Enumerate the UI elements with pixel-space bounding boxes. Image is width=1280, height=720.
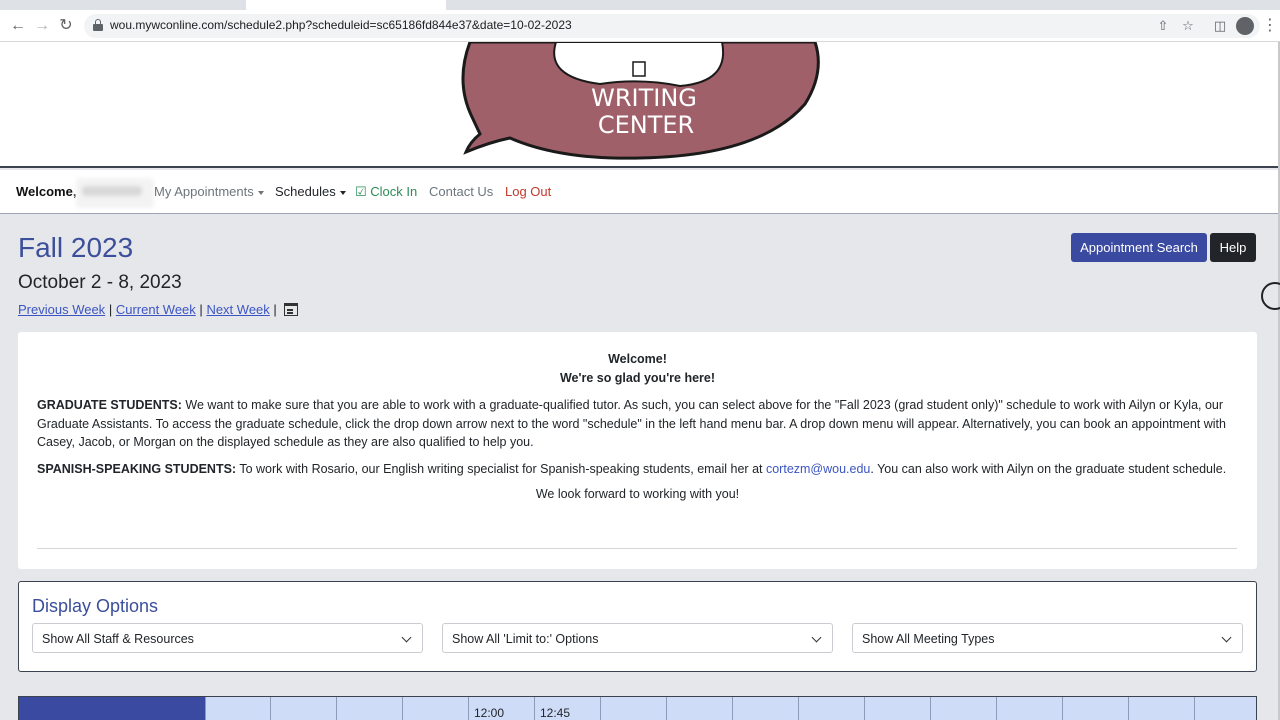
graduate-students-paragraph: GRADUATE STUDENTS: We want to make sure … <box>37 398 1226 449</box>
welcome-heading: Welcome! <box>608 352 667 366</box>
caret-down-icon <box>339 190 346 195</box>
nav-log-out[interactable]: Log Out <box>505 184 551 199</box>
menu-icon[interactable]: ⋮ <box>1262 16 1278 36</box>
week-range: October 2 - 8, 2023 <box>18 272 182 293</box>
display-options-title: Display Options <box>32 596 159 616</box>
spanish-students-paragraph: SPANISH-SPEAKING STUDENTS: To work with … <box>37 462 1227 476</box>
nav-contact-us[interactable]: Contact Us <box>429 184 493 199</box>
profile-icon[interactable] <box>1236 17 1254 35</box>
meeting-type-filter-select[interactable]: Show All Meeting Types <box>852 623 1243 653</box>
schedule-grid-header <box>19 697 205 720</box>
active-tab[interactable] <box>246 0 446 10</box>
back-arrow-icon[interactable]: ← <box>8 16 28 36</box>
url-text[interactable]: wou.mywconline.com/schedule2.php?schedul… <box>110 18 572 32</box>
logo-line1: WRITING <box>591 84 697 112</box>
calendar-icon[interactable] <box>284 303 299 316</box>
staff-filter-select[interactable]: Show All Staff & Resources <box>32 623 423 653</box>
logo-line2: CENTER <box>598 111 694 139</box>
display-options-card: Display Options Show All Staff & Resourc… <box>18 581 1257 672</box>
divider <box>37 548 1237 549</box>
caret-down-icon <box>257 190 264 195</box>
forward-arrow-icon[interactable]: → <box>32 16 52 36</box>
limit-to-filter-select[interactable]: Show All 'Limit to:' Options <box>442 623 833 653</box>
star-icon[interactable]: ☆ <box>1180 18 1196 34</box>
closing-text: We look forward to working with you! <box>535 487 740 501</box>
schedule-grid: 12:00 12:45 <box>18 696 1257 720</box>
writing-center-logo: WRITING CENTER <box>461 42 820 160</box>
browser-toolbar: ← → ↻ wou.mywconline.com/schedule2.php?s… <box>0 10 1280 42</box>
user-name-blurred <box>76 178 154 208</box>
page-title: Fall 2023 <box>18 232 134 263</box>
welcome-message-card: Welcome! We're so glad you're here! GRAD… <box>18 332 1257 569</box>
week-navigation: Previous Week | Current Week | Next Week… <box>18 302 299 317</box>
next-week-link[interactable]: Next Week <box>206 302 269 317</box>
chevron-down-icon <box>401 632 412 643</box>
reload-icon[interactable]: ↻ <box>56 16 76 36</box>
tab-strip <box>0 0 1280 10</box>
welcome-subheading: We're so glad you're here! <box>559 371 716 385</box>
share-icon[interactable]: ⇧ <box>1155 18 1171 34</box>
nav-schedules[interactable]: Schedules <box>275 184 346 199</box>
check-circle-icon: ☑ <box>355 184 367 199</box>
main-navbar: Welcome, My Appointments Schedules ☑ Clo… <box>0 170 1278 214</box>
address-bar[interactable]: wou.mywconline.com/schedule2.php?schedul… <box>84 14 1260 38</box>
appointment-search-button[interactable]: Appointment Search <box>1071 233 1207 262</box>
chevron-down-icon <box>1221 632 1232 643</box>
current-week-link[interactable]: Current Week <box>116 302 196 317</box>
sidepanel-icon[interactable]: ◫ <box>1212 18 1228 34</box>
writing-center-banner: WRITING CENTER <box>0 42 1278 168</box>
chevron-down-icon <box>811 632 822 643</box>
nav-clock-in[interactable]: ☑ Clock In <box>355 184 417 200</box>
email-link[interactable]: cortezm@wou.edu <box>766 462 870 476</box>
time-slot-label: 12:45 <box>540 706 571 720</box>
help-button[interactable]: Help <box>1210 233 1256 262</box>
nav-my-appointments[interactable]: My Appointments <box>154 184 264 199</box>
page-viewport: WRITING CENTER Welcome, My Appointments … <box>0 42 1278 720</box>
previous-week-link[interactable]: Previous Week <box>18 302 105 317</box>
lock-icon[interactable] <box>93 19 103 31</box>
welcome-label: Welcome, <box>16 184 77 199</box>
time-slot-label: 12:00 <box>474 706 505 720</box>
